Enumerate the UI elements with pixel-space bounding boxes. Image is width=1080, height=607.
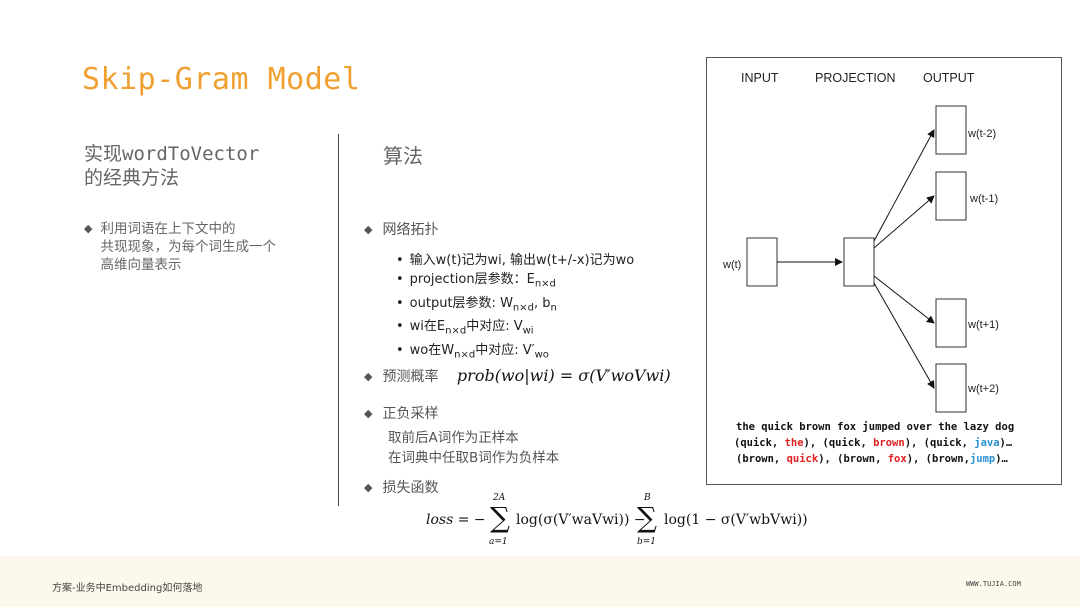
output-node (935, 105, 967, 155)
pairs-line1: (quick, the), (quick, brown), (quick, ja… (734, 437, 1013, 449)
sigma-icon: ∑ (490, 501, 510, 534)
topology-label: 网络拓扑 (382, 222, 439, 238)
example-sentence: the quick brown fox jumped over the lazy… (736, 421, 1015, 433)
positive-word: brown (873, 437, 905, 449)
arrow-projection-output (873, 129, 935, 242)
output-label: w(t-1) (969, 193, 998, 205)
algorithm-heading: 算法 (383, 144, 423, 168)
arrow-projection-output (873, 282, 935, 389)
diamond-bullet-icon: ◆ (364, 223, 373, 236)
negative-word: java (974, 437, 1000, 449)
output-node (935, 171, 967, 221)
positive-word: the (784, 437, 804, 449)
probability-label: 预测概率 (382, 369, 439, 385)
input-label: w(t) (722, 259, 741, 271)
sum2-bottom: b=1 (637, 537, 657, 547)
probability-formula: prob(wo|wi) = σ(V′woVwi) (456, 366, 671, 385)
loss-term1: log(σ(V′waVwi)) − (516, 512, 646, 528)
diamond-bullet-icon: ◆ (364, 370, 373, 383)
loss-lhs: loss = − (426, 512, 486, 528)
loss-term2: log(1 − σ(V′wbVwi)) (664, 512, 808, 528)
left-bullet: ◆ 利用词语在上下文中的 共现现象，为每个词生成一个 高维向量表示 (84, 220, 324, 274)
diamond-bullet-icon: ◆ (84, 222, 93, 235)
topology-item: 输入w(t)记为wi, 输出w(t+/-x)记为wo (396, 251, 635, 270)
output-label: w(t+1) (967, 319, 999, 331)
header-projection: PROJECTION (815, 71, 896, 85)
topology-item: projection层参数：En×d (396, 270, 634, 294)
left-bullet-line1: 利用词语在上下文中的 (100, 221, 236, 237)
header-output: OUTPUT (923, 71, 975, 85)
subtitle-code: wordToVector (122, 143, 260, 165)
footer-left-text: 方案-业务中Embedding如何落地 (52, 583, 203, 594)
topology-item: output层参数: Wn×d, bn (396, 294, 634, 318)
positive-word: quick (786, 453, 819, 465)
sampling-line2: 在词典中任取B词作为负样本 (388, 450, 560, 466)
subtitle-prefix: 实现 (84, 143, 123, 165)
footer-right-text: WWW.TUJIA.COM (966, 580, 1021, 588)
vertical-divider (338, 134, 339, 506)
topology-list: 输入w(t)记为wi, 输出w(t+/-x)记为wo projection层参数… (396, 251, 635, 365)
input-node (746, 237, 778, 287)
topology-section: ◆ 网络拓扑 (364, 219, 438, 239)
header-input: INPUT (741, 71, 779, 85)
sigma-icon: ∑ (637, 501, 657, 534)
left-bullet-line2: 共现现象，为每个词生成一个 (100, 239, 276, 255)
sampling-lines: 取前后A词作为正样本 在词典中任取B词作为负样本 (388, 428, 559, 468)
negative-word: jump (969, 453, 996, 465)
arrow-projection-output (873, 195, 935, 249)
output-node (935, 363, 967, 413)
sum1-bottom: a=1 (489, 537, 508, 547)
output-node (935, 298, 967, 348)
probability-section: ◆ 预测概率 prob(wo|wi) = σ(V′woVwi) (364, 366, 671, 386)
sampling-section: ◆ 正负采样 (364, 403, 438, 423)
slide-subtitle: 实现wordToVector 的经典方法 (84, 142, 259, 190)
pairs-line2: (brown, quick), (brown, fox), (brown,jum… (736, 453, 1008, 465)
topology-item: wi在En×d中对应: Vwi (396, 317, 634, 341)
skipgram-diagram: INPUT PROJECTION OUTPUT w(t) w(t-2) w(t-… (706, 57, 1062, 485)
diamond-bullet-icon: ◆ (364, 407, 373, 420)
topology-item: wo在Wn×d中对应: V′wo (396, 341, 634, 365)
diamond-bullet-icon: ◆ (364, 481, 373, 494)
output-label: w(t-2) (967, 128, 996, 140)
sampling-line1: 取前后A词作为正样本 (388, 430, 519, 446)
left-bullet-line3: 高维向量表示 (100, 257, 182, 273)
projection-node (843, 237, 875, 287)
positive-word: fox (887, 453, 907, 465)
subtitle-line2: 的经典方法 (84, 167, 180, 189)
sampling-label: 正负采样 (382, 406, 439, 422)
slide-title: Skip-Gram Model (82, 62, 361, 97)
loss-formula: loss = − 2A ∑ a=1 log(σ(V′waVwi)) − B ∑ … (426, 493, 826, 553)
output-label: w(t+2) (967, 383, 999, 395)
